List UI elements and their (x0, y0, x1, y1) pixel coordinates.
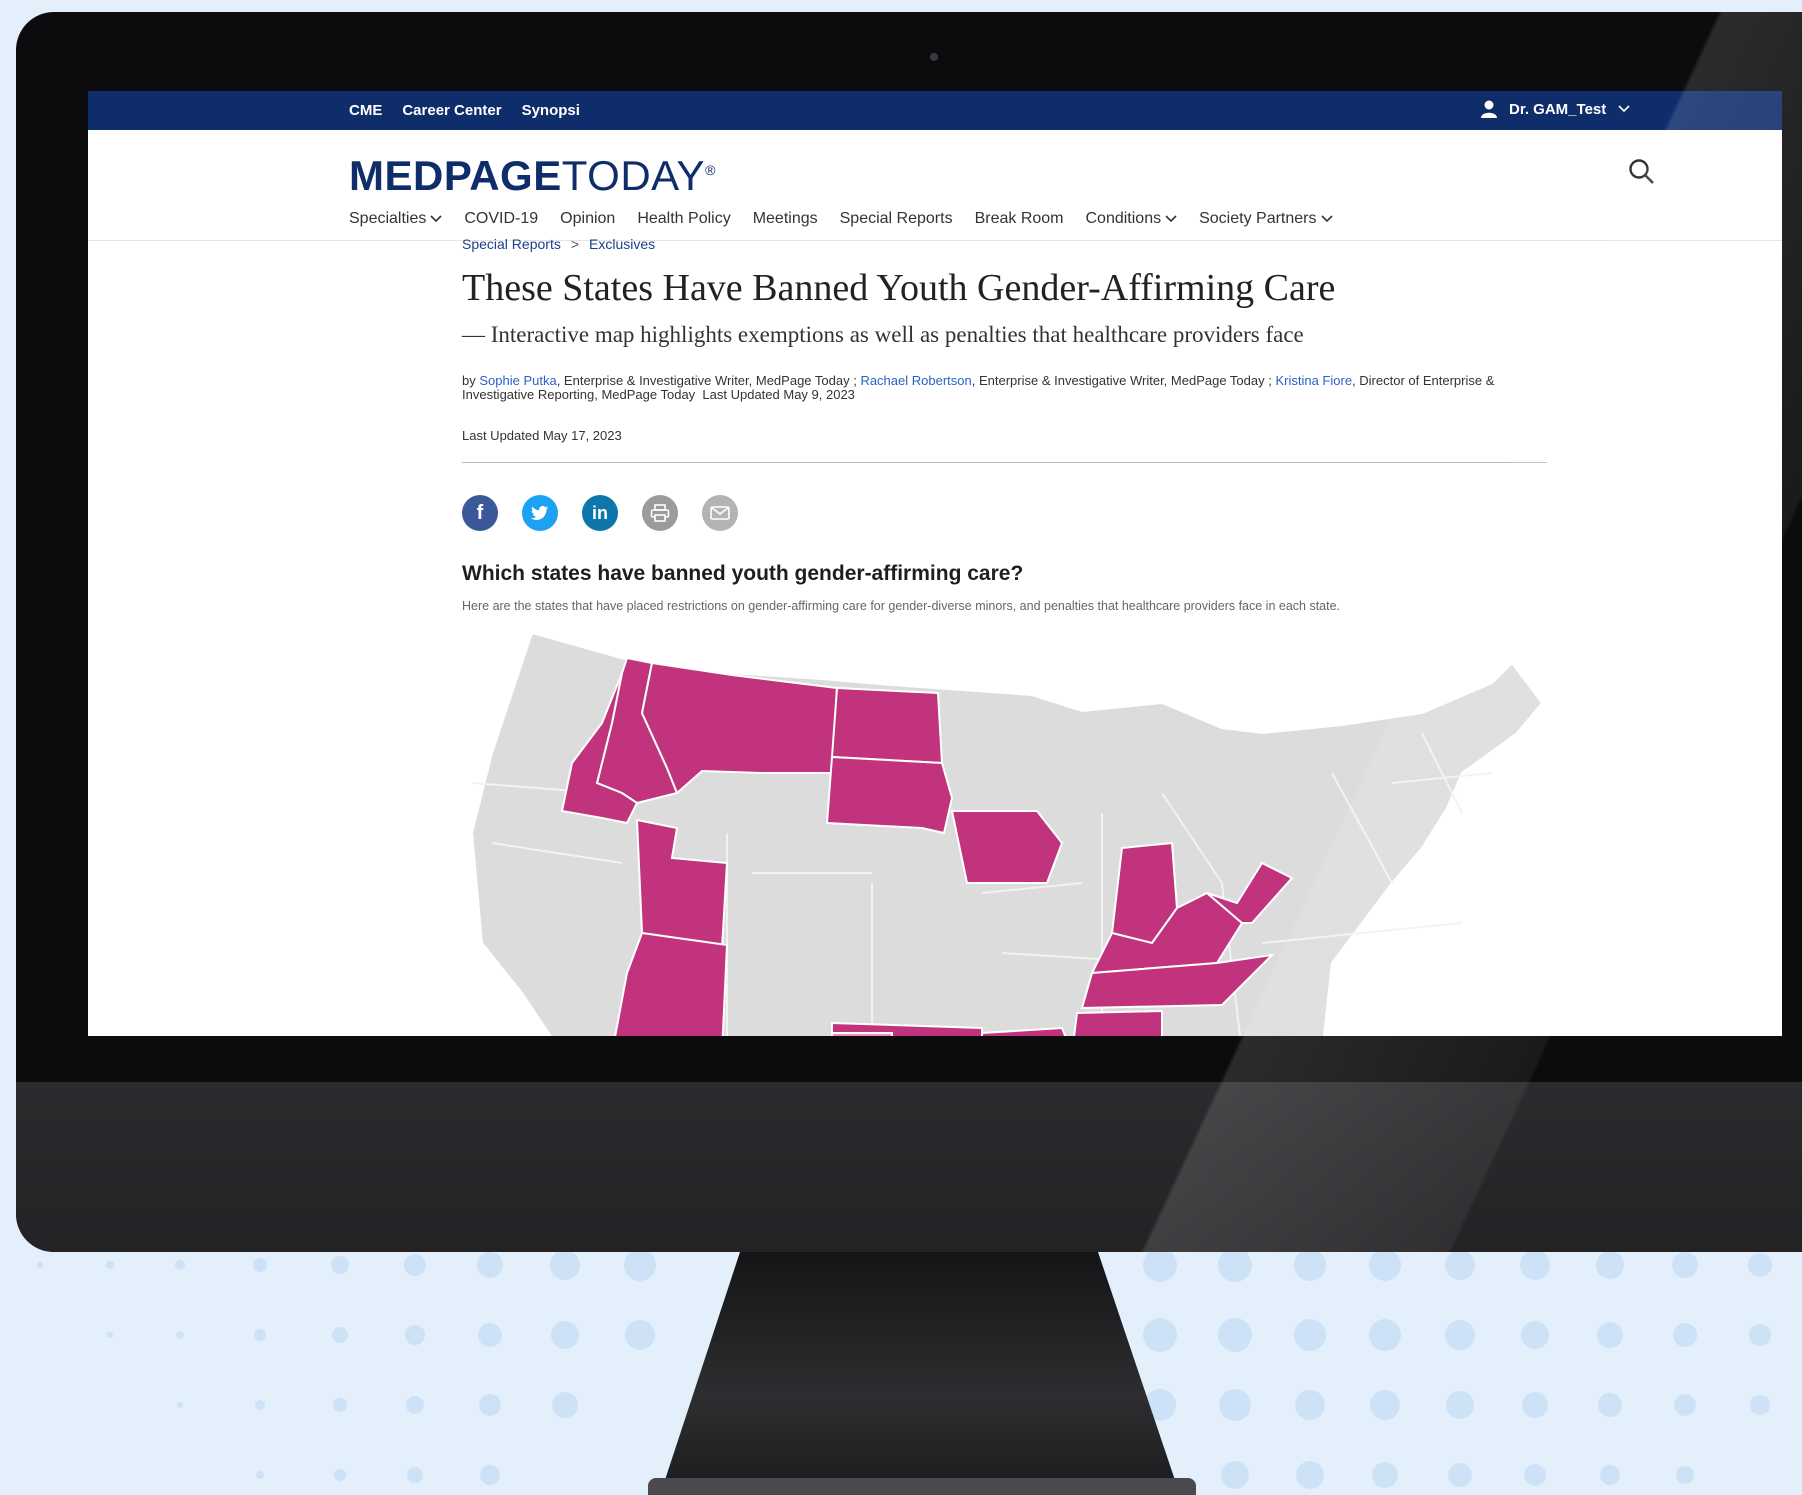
state-north-dakota[interactable] (830, 686, 944, 765)
utility-bar: CME Career Center Synopsi Dr. GAM_Test (88, 91, 1782, 130)
breadcrumb-exclusives[interactable]: Exclusives (589, 236, 655, 252)
print-icon[interactable] (642, 495, 678, 531)
article-subtitle: — Interactive map highlights exemptions … (462, 322, 1304, 347)
nav-opinion[interactable]: Opinion (560, 210, 615, 228)
nav-specialties[interactable]: Specialties (349, 210, 442, 228)
state-mississippi-alabama[interactable] (1072, 1009, 1163, 1036)
medpage-today-logo[interactable]: MEDPAGETODAY® (349, 152, 716, 200)
cme-link[interactable]: CME (349, 102, 382, 119)
author-link[interactable]: Rachael Robertson (860, 373, 971, 388)
nav-meetings[interactable]: Meetings (753, 210, 818, 228)
article-title: These States Have Banned Youth Gender-Af… (462, 267, 1336, 309)
byline-updated: Last Updated May 9, 2023 (702, 387, 855, 402)
camera-icon (930, 53, 938, 61)
byline: by Sophie Putka, Enterprise & Investigat… (462, 373, 1495, 402)
brand-header: MEDPAGETODAY® (88, 130, 1782, 210)
nav-break-room[interactable]: Break Room (975, 210, 1064, 228)
article: Special Reports > Exclusives These State… (462, 236, 1547, 613)
breadcrumb-special-reports[interactable]: Special Reports (462, 236, 561, 252)
map-question-description: Here are the states that have placed res… (462, 599, 1341, 613)
facebook-icon[interactable]: f (462, 495, 498, 531)
share-bar: f in (462, 495, 1547, 531)
linkedin-icon[interactable]: in (582, 495, 618, 531)
email-icon[interactable] (702, 495, 738, 531)
nav-society-partners[interactable]: Society Partners (1199, 210, 1333, 228)
search-icon[interactable] (1628, 158, 1656, 186)
author-link[interactable]: Sophie Putka (479, 373, 556, 388)
chevron-down-icon (1165, 215, 1177, 223)
user-name: Dr. GAM_Test (1509, 100, 1607, 118)
breadcrumb: Special Reports > Exclusives (462, 236, 1547, 252)
map-question-title: Which states have banned youth gender-af… (462, 562, 1024, 585)
state-texas-panhandle[interactable] (831, 1032, 893, 1036)
breadcrumb-separator: > (570, 236, 580, 252)
author-link[interactable]: Kristina Fiore (1275, 373, 1352, 388)
state-iowa[interactable] (950, 810, 1064, 884)
monitor: CME Career Center Synopsi Dr. GAM_Test M… (16, 12, 1802, 1252)
nav-health-policy[interactable]: Health Policy (637, 210, 730, 228)
monitor-stand-base (648, 1478, 1196, 1495)
user-icon (1481, 100, 1497, 118)
career-center-link[interactable]: Career Center (402, 102, 501, 119)
chevron-down-icon (430, 215, 442, 223)
state-south-dakota[interactable] (825, 755, 954, 835)
us-state-map[interactable] (462, 633, 1612, 1036)
nav-special-reports[interactable]: Special Reports (840, 210, 953, 228)
chevron-down-icon (1618, 105, 1630, 113)
nav-covid-19[interactable]: COVID-19 (464, 210, 538, 228)
nav-conditions[interactable]: Conditions (1086, 210, 1178, 228)
twitter-icon[interactable] (522, 495, 558, 531)
last-updated: Last Updated May 17, 2023 (462, 428, 622, 443)
monitor-chin (16, 1082, 1802, 1252)
browser-screen: CME Career Center Synopsi Dr. GAM_Test M… (88, 91, 1782, 1036)
user-menu[interactable]: Dr. GAM_Test (1481, 100, 1630, 118)
divider (462, 462, 1547, 463)
chevron-down-icon (1320, 215, 1333, 223)
synopsi-link[interactable]: Synopsi (522, 102, 580, 119)
